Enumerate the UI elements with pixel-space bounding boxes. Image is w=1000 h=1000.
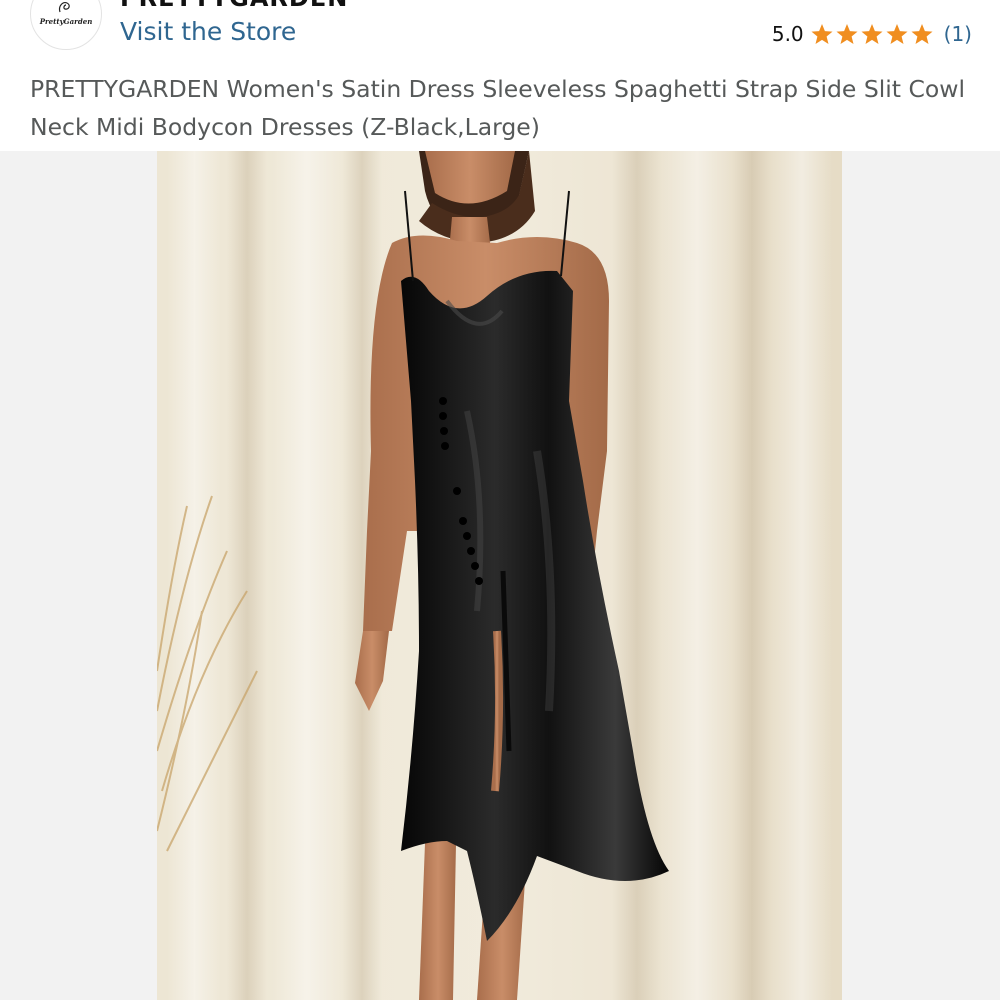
product-photo[interactable] (157, 151, 842, 1000)
star-icon (911, 23, 933, 44)
star-icon (836, 23, 858, 44)
star-icon (861, 23, 883, 44)
star-icon (811, 23, 833, 44)
rating-value: 5.0 (771, 22, 804, 46)
product-title: PRETTYGARDEN Women's Satin Dress Sleevel… (30, 75, 966, 141)
brand-name[interactable]: PRETTYGARDEN (120, 0, 348, 12)
visit-store-link[interactable]: Visit the Store (120, 17, 296, 46)
brand-logo-text: PrettyGarden (39, 17, 93, 26)
product-photo-image (157, 151, 842, 1000)
brand-logo[interactable]: PrettyGarden (30, 0, 102, 50)
brand-logo-glyph-icon (58, 1, 70, 13)
store-header: PrettyGarden PRETTYGARDEN Visit the Stor… (0, 0, 1000, 60)
star-rating (810, 23, 935, 46)
star-icon (886, 23, 908, 44)
review-count-link[interactable]: (1) (944, 22, 972, 46)
rating-summary[interactable]: 5.0 (1) (772, 20, 972, 48)
product-image-gallery[interactable] (0, 151, 1000, 1000)
